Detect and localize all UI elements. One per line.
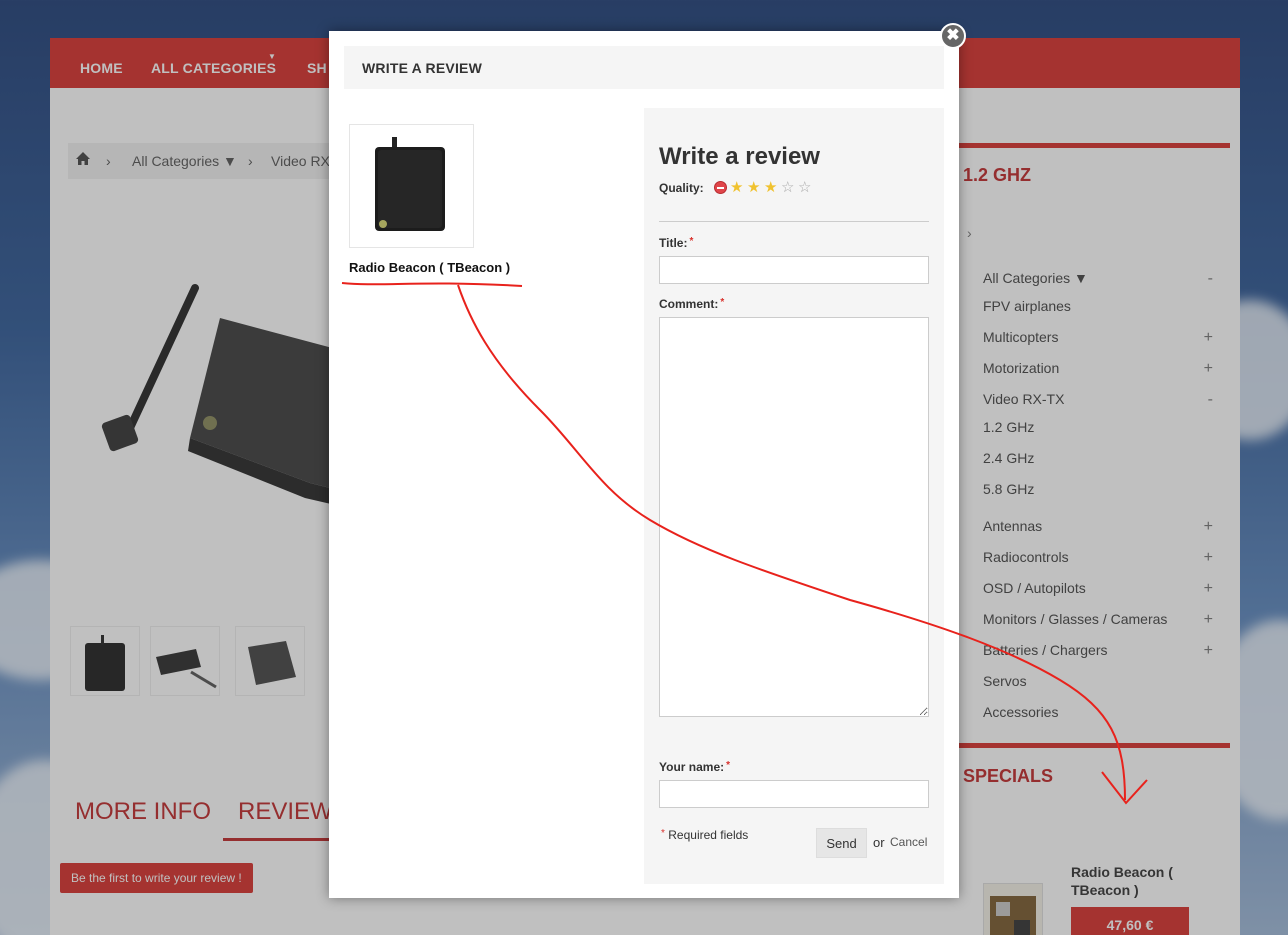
star-icon[interactable]: ★ <box>764 178 777 196</box>
comment-label: Comment: * <box>659 297 725 311</box>
review-product-name: Radio Beacon ( TBeacon ) <box>349 260 511 275</box>
review-product-image <box>349 124 474 248</box>
name-input[interactable] <box>659 780 929 808</box>
star-empty-icon[interactable]: ☆ <box>798 178 811 196</box>
or-text: or <box>873 835 885 850</box>
modal-header-title: WRITE A REVIEW <box>362 60 482 76</box>
quality-label: Quality: <box>659 181 704 195</box>
modal-header: WRITE A REVIEW <box>344 46 944 89</box>
cancel-link[interactable]: Cancel <box>890 835 927 849</box>
cancel-rating-icon[interactable] <box>714 181 727 194</box>
required-note: * Required fields <box>661 828 749 842</box>
form-divider <box>659 221 929 222</box>
star-icon[interactable]: ★ <box>730 178 743 196</box>
name-label: Your name: * <box>659 760 731 774</box>
comment-textarea[interactable] <box>659 317 929 717</box>
form-title: Write a review <box>659 143 820 170</box>
title-label: Title: * <box>659 236 694 250</box>
review-form: Write a review Quality: ★ ★ ★ ☆ ☆ Title:… <box>644 108 944 884</box>
title-input[interactable] <box>659 256 929 284</box>
star-icon[interactable]: ★ <box>747 178 760 196</box>
review-modal: WRITE A REVIEW ✖ Radio Beacon ( TBeacon … <box>329 23 966 898</box>
close-icon[interactable]: ✖ <box>940 23 966 49</box>
star-empty-icon[interactable]: ☆ <box>781 178 794 196</box>
send-button[interactable]: Send <box>816 828 867 858</box>
